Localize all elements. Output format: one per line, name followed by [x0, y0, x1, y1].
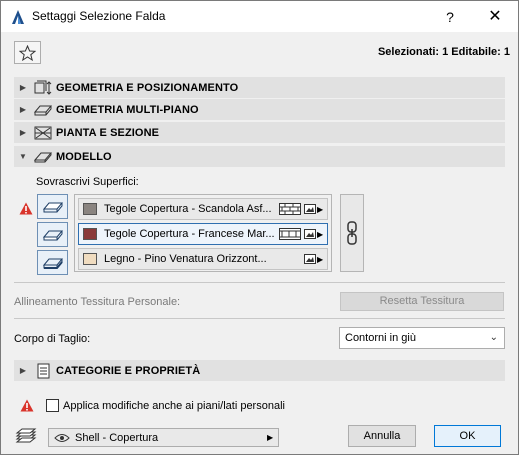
- section-categories-properties[interactable]: ▶ CATEGORIE E PROPRIETÀ: [14, 360, 505, 381]
- divider: [14, 318, 505, 319]
- close-button[interactable]: ✕: [483, 6, 507, 28]
- section-multi-plane[interactable]: ▶ GEOMETRIA MULTI-PIANO: [14, 99, 505, 120]
- roof-bottom-surface-icon: [42, 258, 63, 269]
- window-title: Settaggi Selezione Falda: [32, 9, 166, 23]
- collapse-arrow-icon: ▼: [19, 152, 27, 161]
- expand-arrow-icon: ▶: [19, 105, 27, 114]
- section-label: GEOMETRIA MULTI-PIANO: [56, 103, 199, 116]
- surface-row-side[interactable]: Tegole Copertura - Francese Mar... ▶: [78, 223, 328, 245]
- section-model[interactable]: ▼ MODELLO: [14, 146, 505, 167]
- reset-texture-button[interactable]: Resetta Tessitura: [340, 292, 504, 311]
- expand-arrow-icon: ▶: [19, 366, 27, 375]
- roof-top-surface-icon: [42, 202, 63, 212]
- warning-icon: [20, 399, 34, 412]
- surface-name: Legno - Pino Venatura Orizzont...: [104, 253, 267, 265]
- section-geometry-positioning[interactable]: ▶ GEOMETRIA E POSIZIONAMENTO: [14, 77, 505, 98]
- override-bottom-surface-button[interactable]: [37, 250, 68, 275]
- brick-hatch-icon: [279, 203, 301, 215]
- settings-dialog: Settaggi Selezione Falda ? ✕ Selezionati…: [0, 0, 519, 455]
- pick-material-icon[interactable]: [304, 253, 316, 265]
- ok-button[interactable]: OK: [434, 425, 501, 447]
- selection-info: Selezionati: 1 Editabile: 1: [377, 46, 510, 58]
- layers-icon: [15, 428, 37, 443]
- expand-arrow-icon: ▶: [19, 83, 27, 92]
- dropdown-arrow-icon[interactable]: ▶: [317, 255, 325, 264]
- surface-list: Tegole Copertura - Scandola Asf... ▶ Teg…: [74, 194, 332, 272]
- override-surfaces-label: Sovrascrivi Superfici:: [36, 176, 139, 188]
- surface-name: Tegole Copertura - Francese Mar...: [104, 228, 275, 240]
- section-label: MODELLO: [56, 150, 112, 163]
- pick-material-icon[interactable]: [304, 228, 316, 240]
- dropdown-arrow-icon[interactable]: ▶: [317, 205, 325, 214]
- override-top-surface-button[interactable]: [37, 194, 68, 219]
- cut-body-value: Contorni in giù: [345, 332, 416, 344]
- tile-hatch-icon: [279, 228, 301, 240]
- roof-side-surface-icon: [42, 230, 63, 240]
- expand-arrow-icon: ▶: [19, 128, 27, 137]
- surface-name: Tegole Copertura - Scandola Asf...: [104, 203, 272, 215]
- chain-link-icon: [347, 221, 357, 245]
- warning-icon: [19, 202, 33, 215]
- layer-select[interactable]: Shell - Copertura ▶: [48, 428, 279, 447]
- apply-personal-planes-row: Applica modifiche anche ai piani/lati pe…: [20, 399, 285, 412]
- layer-name: Shell - Copertura: [75, 431, 159, 444]
- star-icon: [19, 44, 36, 61]
- color-swatch: [83, 203, 97, 215]
- multi-plane-icon: [32, 102, 54, 118]
- surface-row-bottom[interactable]: Legno - Pino Venatura Orizzont... ▶: [78, 248, 328, 270]
- cancel-button[interactable]: Annulla: [348, 425, 416, 447]
- help-button[interactable]: ?: [438, 6, 462, 28]
- override-side-surface-button[interactable]: [37, 222, 68, 247]
- section-label: CATEGORIE E PROPRIETÀ: [56, 364, 201, 377]
- chevron-down-icon: ⌄: [489, 332, 498, 343]
- divider: [14, 282, 505, 283]
- title-bar: Settaggi Selezione Falda ? ✕: [1, 1, 518, 32]
- color-swatch: [83, 228, 97, 240]
- link-surfaces-button[interactable]: [340, 194, 364, 272]
- model-icon: [32, 149, 54, 165]
- document-list-icon: [32, 363, 54, 379]
- surface-row-top[interactable]: Tegole Copertura - Scandola Asf... ▶: [78, 198, 328, 220]
- section-plan-section[interactable]: ▶ PIANTA E SEZIONE: [14, 122, 505, 143]
- pick-material-icon[interactable]: [304, 203, 316, 215]
- cut-body-label: Corpo di Taglio:: [14, 333, 91, 345]
- apply-personal-planes-label: Applica modifiche anche ai piani/lati pe…: [63, 399, 285, 412]
- cut-body-select[interactable]: Contorni in giù ⌄: [339, 327, 505, 349]
- plan-section-icon: [32, 125, 54, 141]
- archicad-logo-icon: [12, 10, 24, 24]
- color-swatch: [83, 253, 97, 265]
- eye-icon: [54, 433, 70, 442]
- apply-personal-planes-checkbox[interactable]: [46, 399, 59, 412]
- texture-alignment-label: Allineamento Tessitura Personale:: [14, 296, 181, 308]
- dropdown-arrow-icon: ▶: [267, 433, 274, 442]
- dropdown-arrow-icon[interactable]: ▶: [317, 230, 325, 239]
- geometry-icon: [32, 80, 54, 96]
- section-label: GEOMETRIA E POSIZIONAMENTO: [56, 81, 239, 94]
- section-label: PIANTA E SEZIONE: [56, 126, 160, 139]
- favorites-button[interactable]: [14, 41, 41, 64]
